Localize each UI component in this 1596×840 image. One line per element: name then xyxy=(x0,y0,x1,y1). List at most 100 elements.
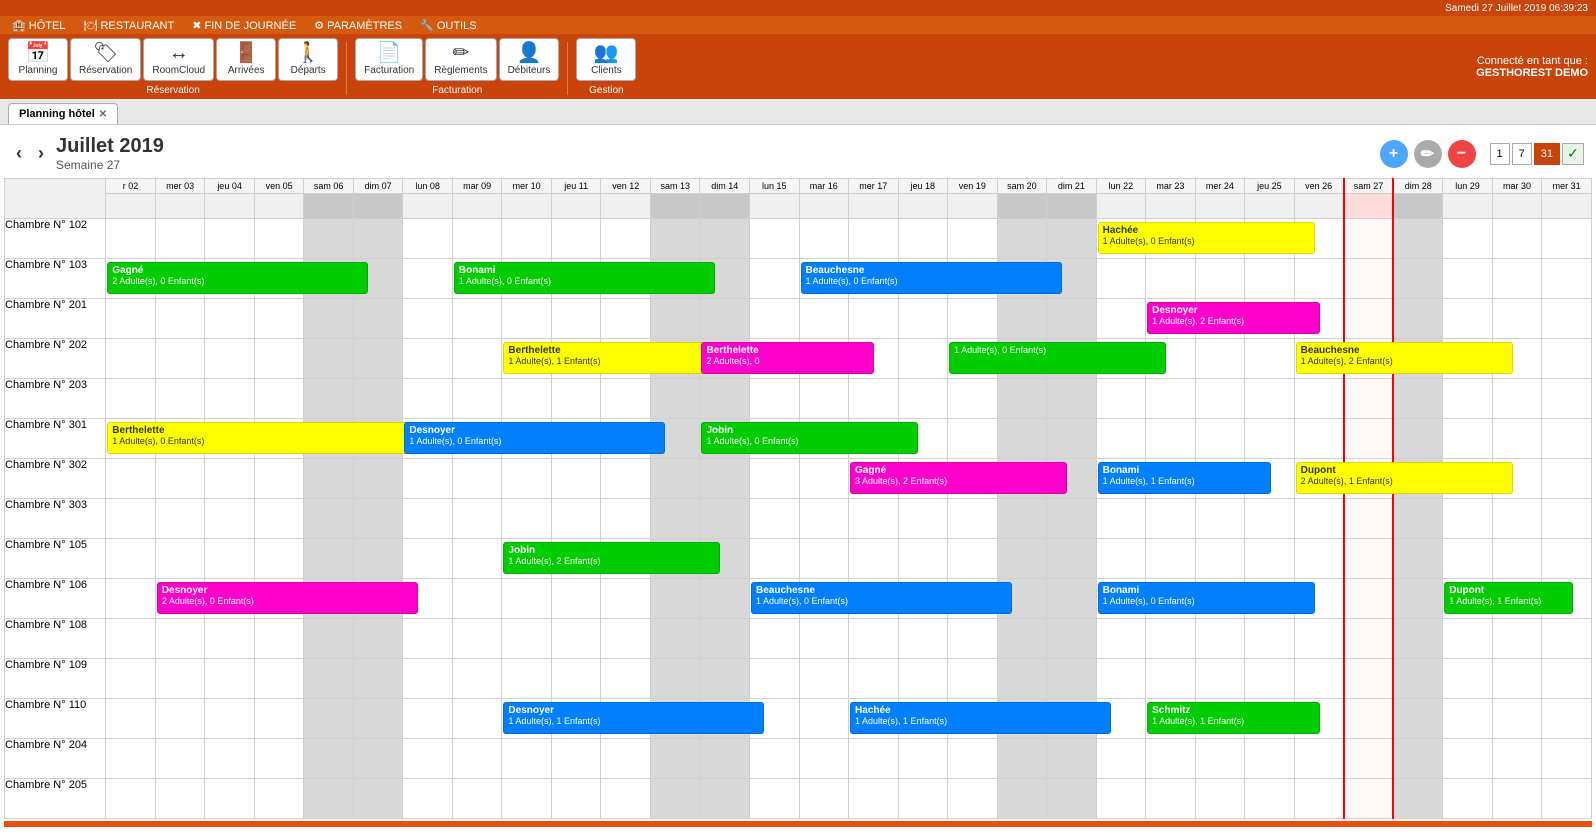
cell-109-4[interactable] xyxy=(304,659,354,699)
cell-303-17[interactable] xyxy=(948,499,998,539)
cell-109-3[interactable] xyxy=(254,659,304,699)
cell-202-4[interactable] xyxy=(304,339,354,379)
cell-108-2[interactable] xyxy=(205,619,255,659)
cell-303-29[interactable] xyxy=(1542,499,1592,539)
cell-302-24[interactable]: Dupont2 Adulte(s), 1 Enfant(s) xyxy=(1294,459,1344,499)
cell-201-21[interactable]: Desnoyer1 Adulte(s), 2 Enfant(s) xyxy=(1146,299,1196,339)
view-31-button[interactable]: 31 xyxy=(1534,143,1560,165)
cell-204-10[interactable] xyxy=(601,739,651,779)
cell-105-15[interactable] xyxy=(849,539,899,579)
cell-205-11[interactable] xyxy=(650,779,700,819)
cell-205-25[interactable] xyxy=(1344,779,1394,819)
cell-106-12[interactable] xyxy=(700,579,750,619)
cell-303-13[interactable] xyxy=(750,499,800,539)
minus-button[interactable]: − xyxy=(1448,140,1476,168)
cell-109-8[interactable] xyxy=(502,659,552,699)
prev-month-button[interactable]: ‹ xyxy=(12,143,26,164)
cell-106-9[interactable] xyxy=(551,579,601,619)
cell-203-8[interactable] xyxy=(502,379,552,419)
cell-201-5[interactable] xyxy=(353,299,403,339)
cell-110-14[interactable] xyxy=(799,699,849,739)
cell-109-20[interactable] xyxy=(1096,659,1146,699)
cell-202-1[interactable] xyxy=(155,339,205,379)
cell-102-29[interactable] xyxy=(1542,219,1592,259)
cell-110-4[interactable] xyxy=(304,699,354,739)
cell-105-0[interactable] xyxy=(106,539,156,579)
cell-103-27[interactable] xyxy=(1443,259,1493,299)
cell-202-7[interactable] xyxy=(452,339,502,379)
cell-108-14[interactable] xyxy=(799,619,849,659)
cell-203-23[interactable] xyxy=(1245,379,1295,419)
cell-301-23[interactable] xyxy=(1245,419,1295,459)
cell-204-17[interactable] xyxy=(948,739,998,779)
cell-203-7[interactable] xyxy=(452,379,502,419)
cell-109-5[interactable] xyxy=(353,659,403,699)
cell-102-16[interactable] xyxy=(898,219,948,259)
cell-205-24[interactable] xyxy=(1294,779,1344,819)
cell-108-25[interactable] xyxy=(1344,619,1394,659)
cell-109-21[interactable] xyxy=(1146,659,1196,699)
cell-108-21[interactable] xyxy=(1146,619,1196,659)
cell-302-1[interactable] xyxy=(155,459,205,499)
cell-108-10[interactable] xyxy=(601,619,651,659)
cell-105-17[interactable] xyxy=(948,539,998,579)
cell-204-0[interactable] xyxy=(106,739,156,779)
cell-204-20[interactable] xyxy=(1096,739,1146,779)
reservation-202-Beauchesne[interactable]: Beauchesne1 Adulte(s), 2 Enfant(s) xyxy=(1296,342,1513,374)
cell-303-21[interactable] xyxy=(1146,499,1196,539)
cell-205-12[interactable] xyxy=(700,779,750,819)
cell-301-25[interactable] xyxy=(1344,419,1394,459)
cell-301-22[interactable] xyxy=(1195,419,1245,459)
cell-109-19[interactable] xyxy=(1047,659,1097,699)
cell-108-18[interactable] xyxy=(997,619,1047,659)
cell-108-3[interactable] xyxy=(254,619,304,659)
reservation-202-[interactable]: 1 Adulte(s), 0 Enfant(s) xyxy=(949,342,1166,374)
cell-203-12[interactable] xyxy=(700,379,750,419)
reservation-202-Berthelette[interactable]: Berthelette2 Adulte(s), 0 xyxy=(701,342,874,374)
cell-105-18[interactable] xyxy=(997,539,1047,579)
cell-303-14[interactable] xyxy=(799,499,849,539)
cell-205-23[interactable] xyxy=(1245,779,1295,819)
cell-201-14[interactable] xyxy=(799,299,849,339)
cell-303-3[interactable] xyxy=(254,499,304,539)
cell-109-6[interactable] xyxy=(403,659,453,699)
cell-103-28[interactable] xyxy=(1492,259,1542,299)
cell-205-14[interactable] xyxy=(799,779,849,819)
cell-301-12[interactable]: Jobin1 Adulte(s), 0 Enfant(s) xyxy=(700,419,750,459)
cell-103-13[interactable] xyxy=(750,259,800,299)
cell-109-9[interactable] xyxy=(551,659,601,699)
cell-301-24[interactable] xyxy=(1294,419,1344,459)
reservation-201-Desnoyer[interactable]: Desnoyer1 Adulte(s), 2 Enfant(s) xyxy=(1147,302,1320,334)
cell-201-15[interactable] xyxy=(849,299,899,339)
cell-203-21[interactable] xyxy=(1146,379,1196,419)
cell-302-13[interactable] xyxy=(750,459,800,499)
cell-109-23[interactable] xyxy=(1245,659,1295,699)
cell-204-18[interactable] xyxy=(997,739,1047,779)
cell-201-4[interactable] xyxy=(304,299,354,339)
cell-109-11[interactable] xyxy=(650,659,700,699)
cell-302-6[interactable] xyxy=(403,459,453,499)
cell-303-4[interactable] xyxy=(304,499,354,539)
cell-102-18[interactable] xyxy=(997,219,1047,259)
cell-102-11[interactable] xyxy=(650,219,700,259)
cell-108-28[interactable] xyxy=(1492,619,1542,659)
cell-106-26[interactable] xyxy=(1393,579,1443,619)
cell-108-24[interactable] xyxy=(1294,619,1344,659)
cell-108-6[interactable] xyxy=(403,619,453,659)
cell-201-2[interactable] xyxy=(205,299,255,339)
cell-109-28[interactable] xyxy=(1492,659,1542,699)
cell-103-23[interactable] xyxy=(1245,259,1295,299)
cell-203-1[interactable] xyxy=(155,379,205,419)
cell-204-7[interactable] xyxy=(452,739,502,779)
reservation-301-Desnoyer[interactable]: Desnoyer1 Adulte(s), 0 Enfant(s) xyxy=(404,422,665,454)
cell-106-0[interactable] xyxy=(106,579,156,619)
cell-109-27[interactable] xyxy=(1443,659,1493,699)
cell-108-4[interactable] xyxy=(304,619,354,659)
cell-105-27[interactable] xyxy=(1443,539,1493,579)
cell-205-13[interactable] xyxy=(750,779,800,819)
cell-202-3[interactable] xyxy=(254,339,304,379)
cell-303-8[interactable] xyxy=(502,499,552,539)
cell-302-5[interactable] xyxy=(353,459,403,499)
cell-201-3[interactable] xyxy=(254,299,304,339)
reservation-106-Desnoyer[interactable]: Desnoyer2 Adulte(s), 0 Enfant(s) xyxy=(157,582,418,614)
